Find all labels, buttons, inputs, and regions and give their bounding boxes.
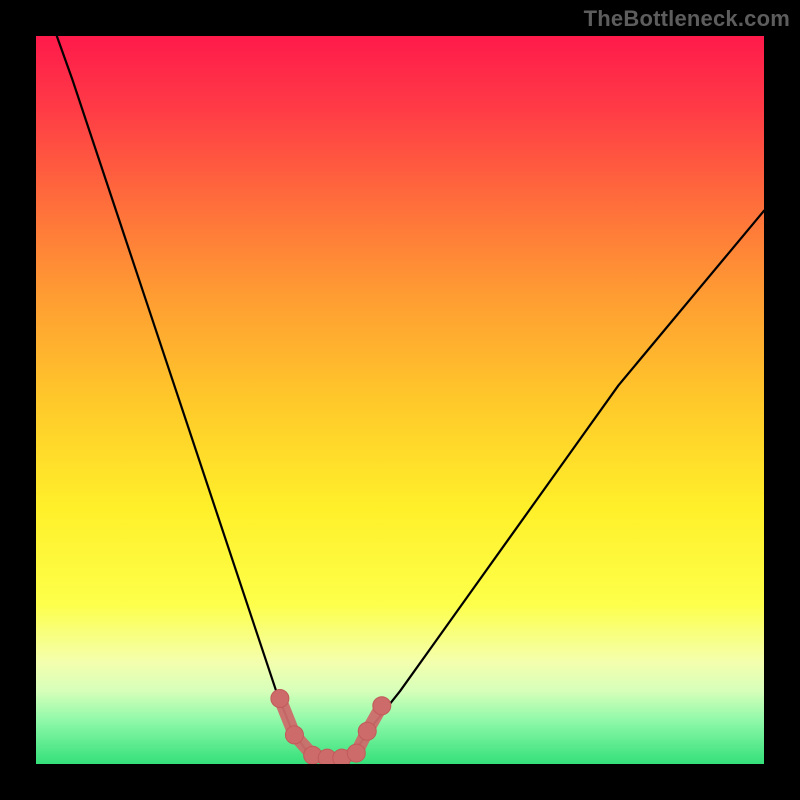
curve-line (36, 36, 764, 760)
marker-dot (285, 726, 303, 744)
watermark-text: TheBottleneck.com (584, 6, 790, 32)
marker-dot (347, 744, 365, 762)
marker-dot (373, 697, 391, 715)
plot-area (36, 36, 764, 764)
marker-dot (271, 689, 289, 707)
chart-container: TheBottleneck.com (0, 0, 800, 800)
marker-dot (358, 722, 376, 740)
bottleneck-chart (36, 36, 764, 764)
